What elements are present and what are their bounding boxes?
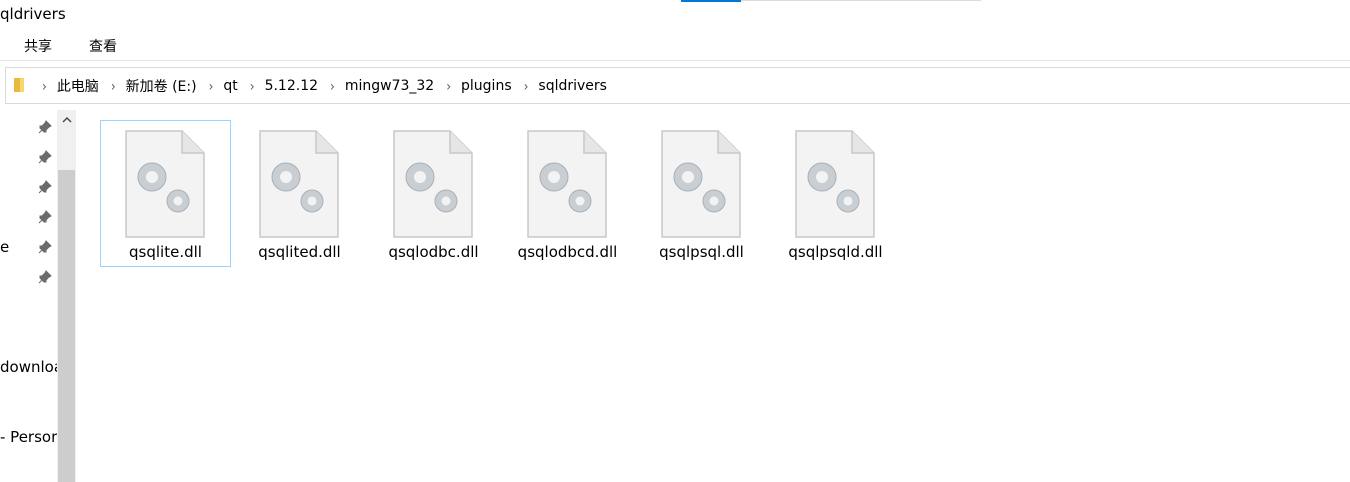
file-name: qsqlpsqld.dll [788,243,883,261]
dll-gear-file-icon [393,130,473,238]
dll-gear-file-icon [259,130,339,238]
pin-icon[interactable] [38,150,52,164]
dll-gear-file-icon [125,130,205,238]
window-accent-line [741,0,981,1]
nav-scrollbar[interactable] [57,110,76,482]
dll-gear-file-icon [795,130,875,238]
file-item[interactable]: qsqlpsqld.dll [770,120,901,267]
file-name: qsqlpsql.dll [659,243,744,261]
file-name: qsqlodbcd.dll [517,243,618,261]
file-name: qsqlite.dll [129,243,202,261]
nav-item-downloads[interactable]: downloa [0,358,57,376]
breadcrumb-version[interactable]: 5.12.12 [265,78,318,94]
file-item[interactable]: qsqlpsql.dll [636,120,767,267]
chevron-right-icon[interactable]: › [250,77,255,94]
file-item[interactable]: qsqlodbcd.dll [502,120,633,267]
file-name: qsqlodbc.dll [388,243,479,261]
file-item[interactable]: qsqlite.dll [100,120,231,267]
window-accent-bar [681,0,741,2]
chevron-right-icon[interactable]: › [524,77,529,94]
nav-item-quick-access[interactable]: e [0,238,14,256]
pin-icon[interactable] [38,180,52,194]
pin-icon[interactable] [38,270,52,284]
breadcrumb-mingw[interactable]: mingw73_32 [345,78,434,94]
breadcrumb-plugins[interactable]: plugins [461,78,512,94]
pin-icon[interactable] [38,120,52,134]
window-title: qldrivers [0,5,66,23]
breadcrumb-this-pc[interactable]: 此电脑 [57,76,99,96]
chevron-up-icon[interactable] [57,110,76,128]
folder-icon [14,78,24,92]
nav-item-onedrive-personal[interactable]: - Persor [0,428,57,446]
dll-gear-file-icon [527,130,607,238]
ribbon-divider [0,60,1350,61]
chevron-right-icon[interactable]: › [111,77,116,94]
chevron-right-icon[interactable]: › [446,77,451,94]
address-bar[interactable]: › 此电脑 › 新加卷 (E:) › qt › 5.12.12 › mingw7… [5,67,1350,104]
chevron-right-icon[interactable]: › [330,77,335,94]
tab-share[interactable]: 共享 [24,36,52,56]
file-item[interactable]: qsqlited.dll [234,120,365,267]
breadcrumb: › 此电脑 › 新加卷 (E:) › qt › 5.12.12 › mingw7… [36,68,613,103]
breadcrumb-drive-e[interactable]: 新加卷 (E:) [126,76,197,96]
tab-view[interactable]: 查看 [89,36,117,56]
breadcrumb-sqldrivers[interactable]: sqldrivers [538,78,607,94]
pin-icon[interactable] [38,210,52,224]
chevron-right-icon[interactable]: › [209,77,214,94]
chevron-right-icon: › [42,77,47,94]
scrollbar-thumb[interactable] [58,170,75,482]
breadcrumb-qt[interactable]: qt [223,78,237,94]
file-name: qsqlited.dll [258,243,341,261]
file-item[interactable]: qsqlodbc.dll [368,120,499,267]
dll-gear-file-icon [661,130,741,238]
pin-icon[interactable] [38,240,52,254]
